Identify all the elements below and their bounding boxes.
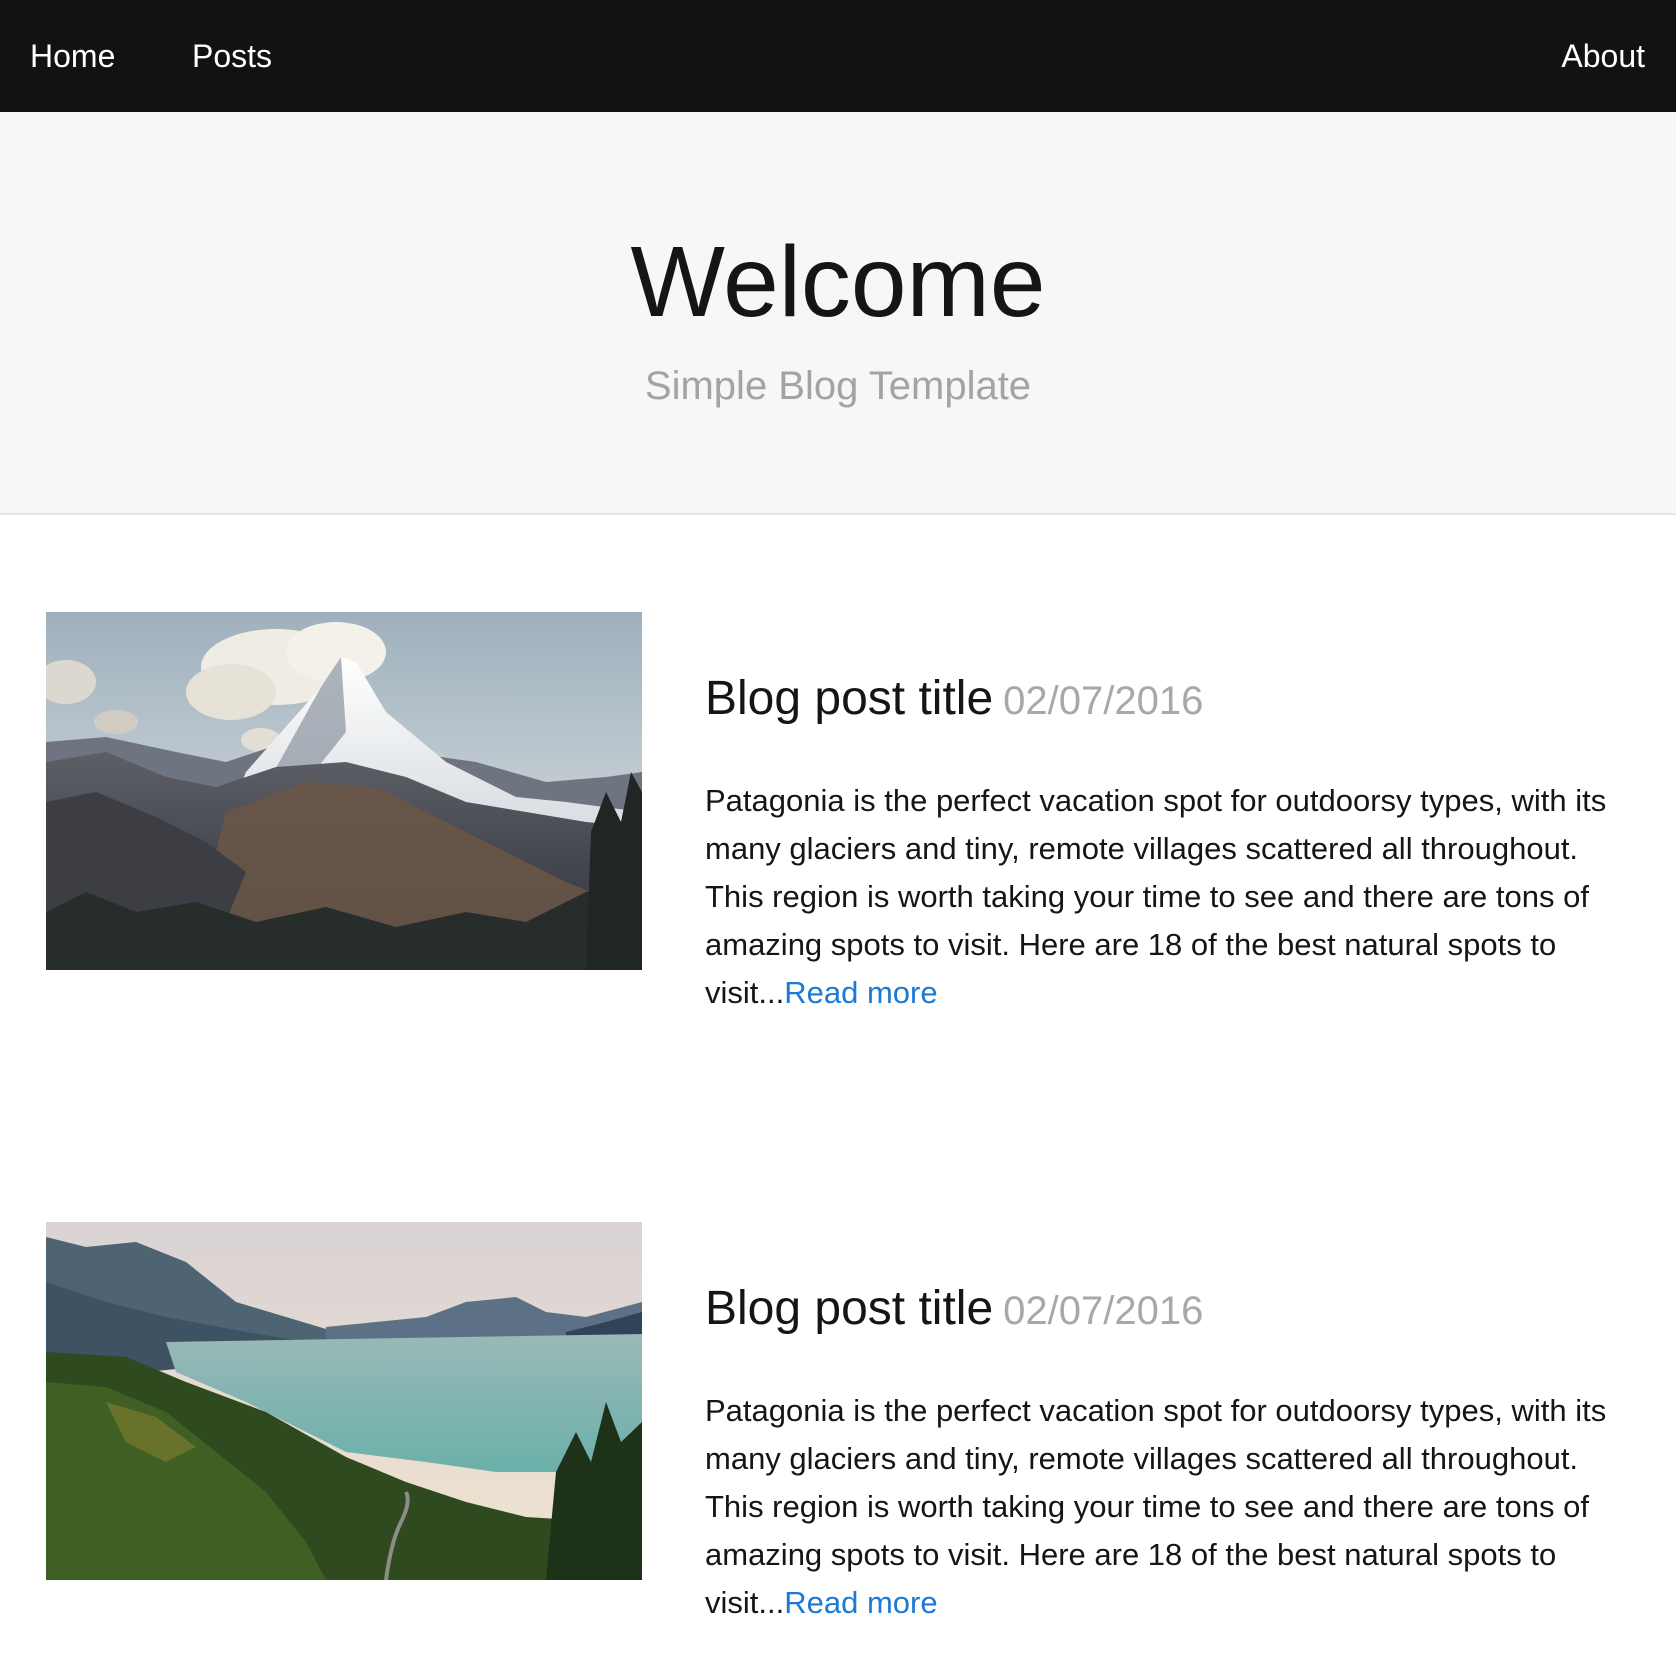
post-thumbnail-lake[interactable] — [46, 1222, 642, 1580]
post-title[interactable]: Blog post title — [705, 672, 993, 725]
post-heading: Blog post title 02/07/2016 — [705, 670, 1203, 730]
nav-link-about[interactable]: About — [1561, 36, 1645, 76]
nav-link-home[interactable]: Home — [30, 36, 115, 76]
post-date: 02/07/2016 — [1003, 679, 1204, 723]
mountain-peak-photo — [46, 612, 642, 970]
hero-banner: Welcome Simple Blog Template — [0, 112, 1676, 515]
nav-link-posts[interactable]: Posts — [192, 36, 272, 76]
post-excerpt: Patagonia is the perfect vacation spot f… — [705, 1387, 1635, 1627]
hero-subtitle: Simple Blog Template — [644, 364, 1032, 408]
hero-title: Welcome — [630, 226, 1046, 338]
post-excerpt: Patagonia is the perfect vacation spot f… — [705, 777, 1635, 1017]
read-more-link[interactable]: Read more — [784, 975, 937, 1010]
post-heading: Blog post title 02/07/2016 — [705, 1280, 1203, 1340]
read-more-link[interactable]: Read more — [784, 1585, 937, 1620]
top-navbar: Home Posts About — [0, 0, 1676, 112]
post-title[interactable]: Blog post title — [705, 1282, 993, 1335]
post-date: 02/07/2016 — [1003, 1289, 1204, 1333]
post-thumbnail-mountain[interactable] — [46, 612, 642, 970]
lake-forest-photo — [46, 1222, 642, 1580]
